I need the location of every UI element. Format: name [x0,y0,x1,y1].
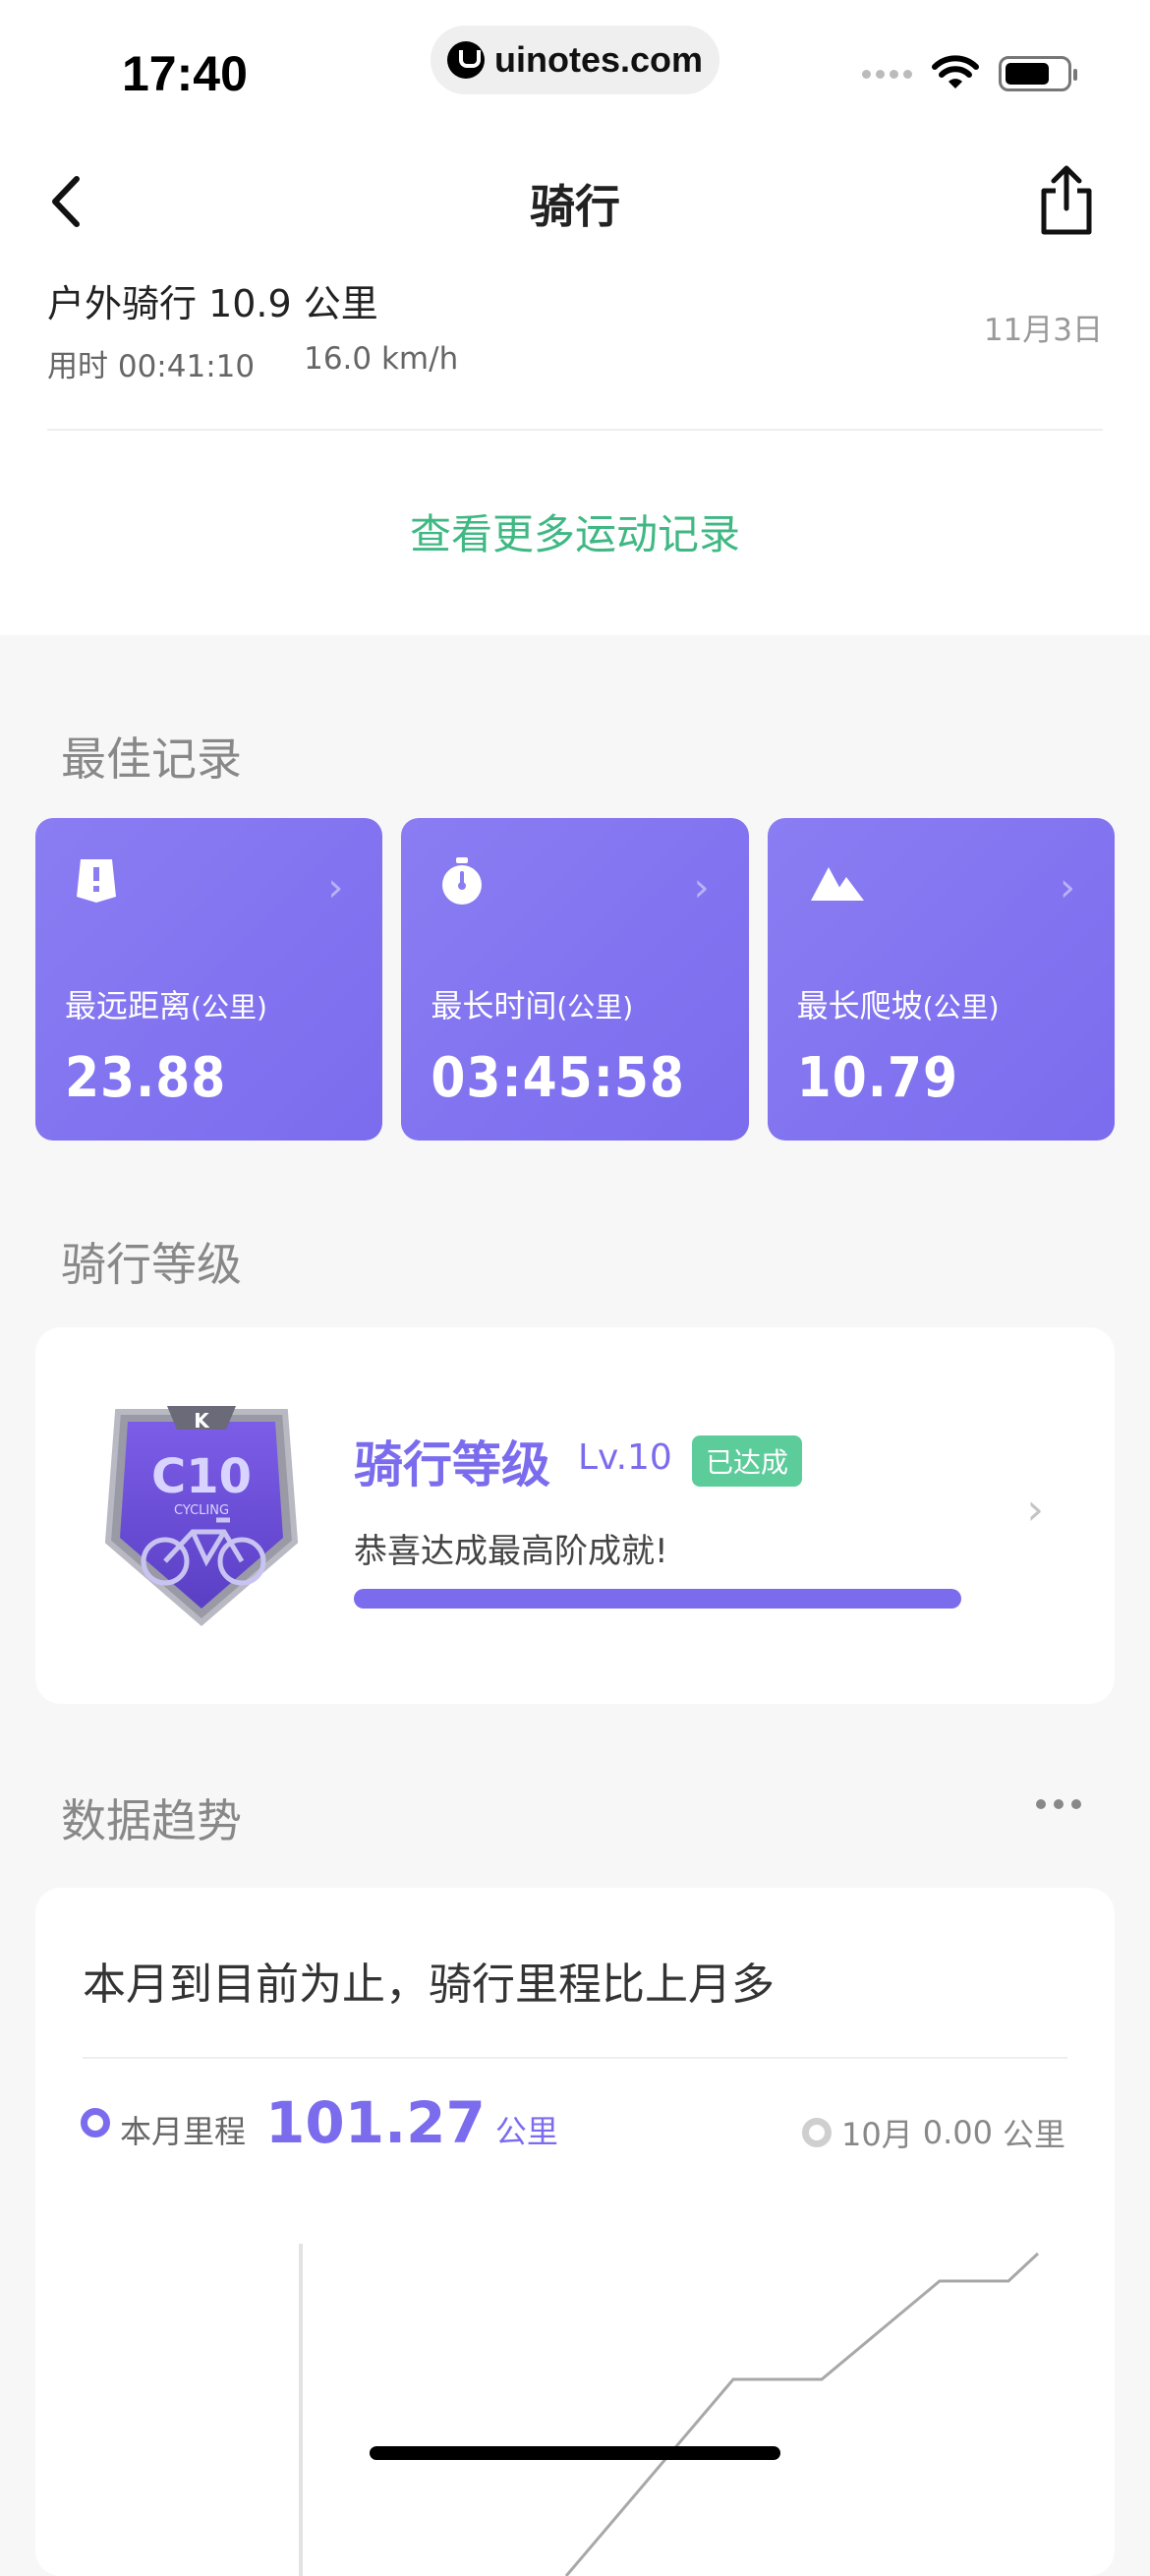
best-card-time[interactable]: › 最长时间(公里) 03:45:58 [401,818,749,1141]
page-title: 骑行 [530,180,620,233]
url-pill[interactable]: uinotes.com [431,26,719,94]
best-records-title: 最佳记录 [61,732,242,786]
achieved-badge: 已达成 [692,1435,803,1487]
battery-icon [999,56,1077,91]
chevron-right-icon: › [327,865,344,910]
trend-chart [299,2244,1040,2576]
trend-line [564,2252,1040,2576]
chevron-right-icon: › [1059,865,1075,910]
card-value: 23.88 [65,1046,227,1110]
share-icon[interactable] [1032,163,1101,238]
card-label: 最长爬坡(公里) [796,987,1000,1025]
level-title: 骑行等级 [354,1436,550,1493]
best-card-distance[interactable]: › 最远距离(公里) 23.88 [35,818,383,1141]
card-label: 最远距离(公里) [65,987,267,1025]
record-stats: 用时 00:41:10 16.0 km/h [47,341,1103,385]
card-label: 最长时间(公里) [431,987,634,1025]
record-item[interactable]: 户外骑行 10.9 公里 用时 00:41:10 16.0 km/h 11月3日 [47,273,1103,431]
record-speed: 16.0 km/h [304,341,459,377]
status-icons [862,55,1077,92]
badge-subtext: CYCLING [174,1503,229,1518]
top-section: 17:40 uinotes.com 骑行 户外骑行 10.9 公里 用时 00:… [0,0,1150,635]
record-duration: 用时 00:41:10 [47,349,256,384]
level-section-title: 骑行等级 [61,1238,242,1291]
status-time: 17:40 [122,46,248,101]
cycling-level-badge: K C10 CYCLING [104,1406,299,1626]
card-value: 03:45:58 [431,1046,685,1110]
chevron-right-icon: › [1026,1485,1044,1535]
home-indicator [370,2446,780,2460]
level-card[interactable]: K C10 CYCLING 骑行等级 Lv.10 已达成 恭喜达成最高阶成就! … [35,1327,1115,1704]
distance-icon [77,859,116,903]
level-number: Lv.10 [578,1437,672,1478]
trend-card: 本月到目前为止，骑行里程比上月多 本月里程 101.27 公里 10月 0.00… [35,1888,1115,2576]
stopwatch-icon [442,857,483,905]
status-bar: 17:40 uinotes.com [0,0,1150,128]
level-progress-bar [354,1589,961,1609]
site-logo-icon [446,41,485,79]
record-date: 11月3日 [983,313,1103,348]
trend-section-title: 数据趋势 [61,1794,242,1847]
chevron-right-icon: › [693,865,710,910]
cellular-signal-icon [862,69,912,79]
wifi-icon [932,55,979,88]
level-description: 恭喜达成最高阶成就! [354,1532,668,1571]
card-value: 10.79 [796,1046,959,1110]
record-title: 户外骑行 10.9 公里 [47,282,378,325]
more-records-link[interactable]: 查看更多运动记录 [0,501,1150,561]
badge-text: C10 [151,1449,252,1504]
mountain-icon [810,867,864,901]
best-records-cards: › 最远距离(公里) 23.88 › 最长时间(公里) 03:45:58 › 最… [35,818,1115,1141]
url-text: uinotes.com [493,39,704,80]
badge-corner-text: K [194,1409,210,1433]
more-options-icon[interactable] [1036,1799,1081,1809]
best-card-climb[interactable]: › 最长爬坡(公里) 10.79 [767,818,1115,1141]
nav-bar: 骑行 [0,157,1150,246]
